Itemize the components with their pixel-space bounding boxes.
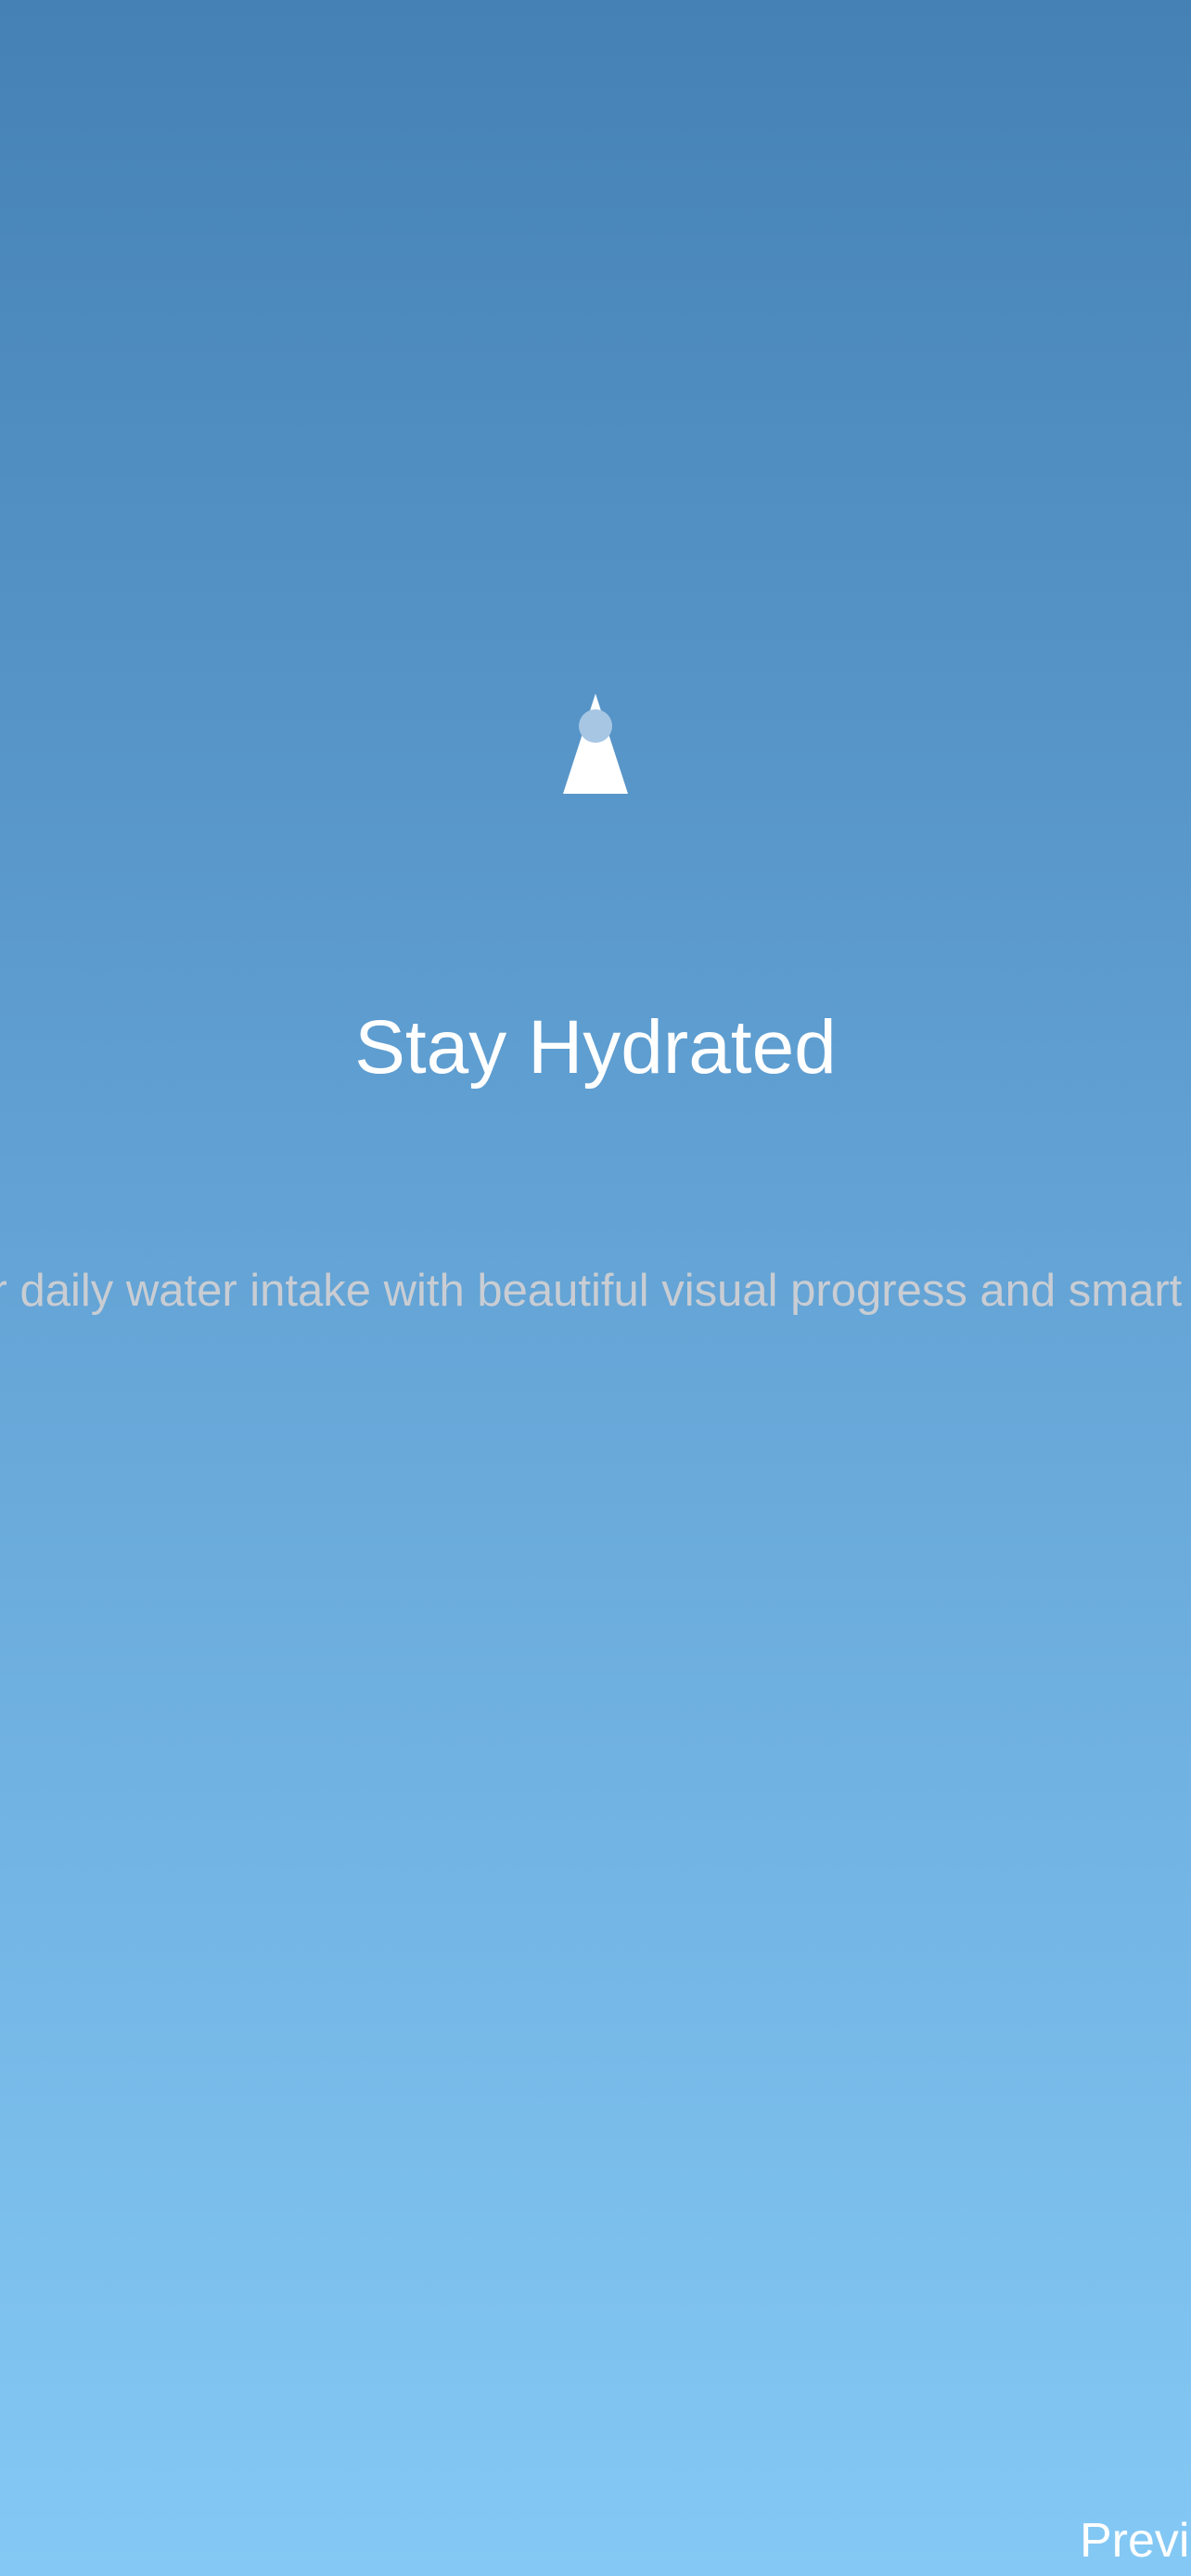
page-subtitle: Track your daily water intake with beaut… <box>0 1266 1191 1316</box>
water-drop-icon <box>563 694 628 794</box>
onboarding-screen: Stay Hydrated Track your daily water int… <box>0 0 1191 2576</box>
previous-button[interactable]: Previous <box>1080 2511 1191 2570</box>
page-title: Stay Hydrated <box>354 1005 837 1090</box>
